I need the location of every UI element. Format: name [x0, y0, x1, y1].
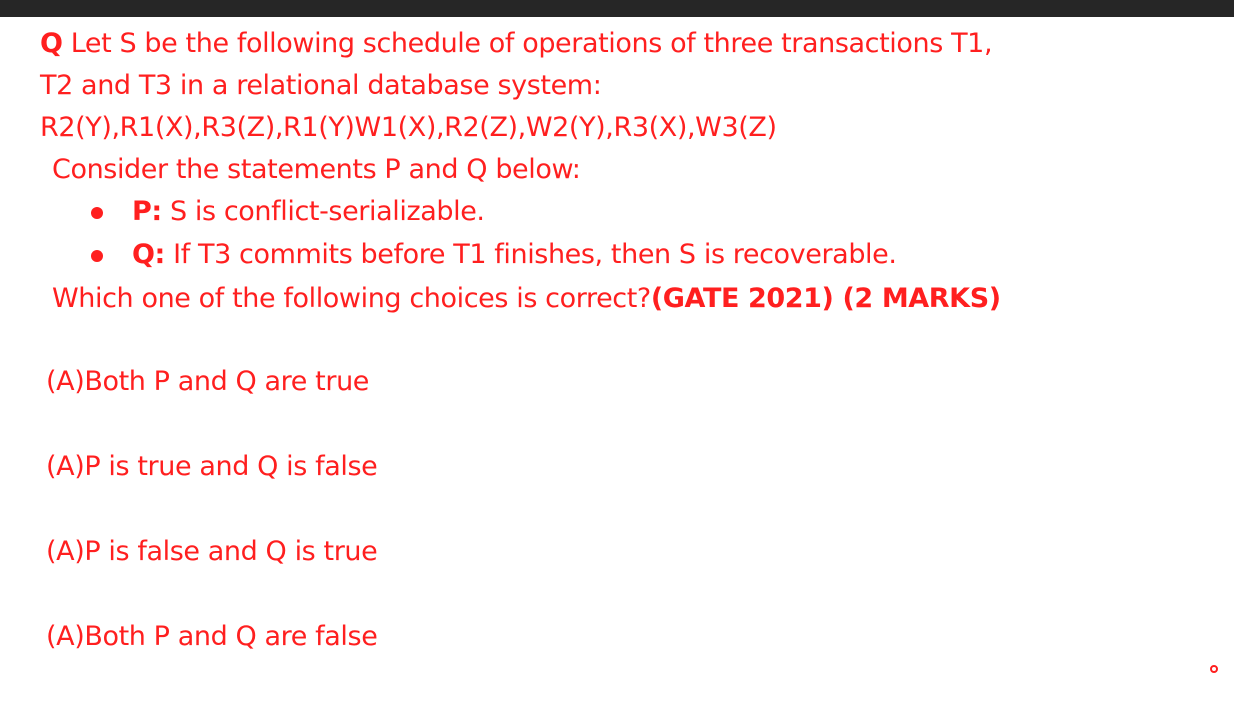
question-line-2: T2 and T3 in a relational database syste…: [40, 70, 602, 101]
schedule-text: R2(Y),R1(X),R3(Z),R1(Y)W1(X),R2(Z),W2(Y)…: [40, 112, 777, 143]
question-line-4: Consider the statements P and Q below:: [52, 154, 581, 185]
option-4: (A)Both P and Q are false: [46, 621, 378, 652]
top-bar: [0, 0, 1234, 17]
question-marker: Q: [40, 28, 63, 59]
statement-p: P: S is conflict-serializable.: [132, 195, 485, 229]
statement-q: Q: If T3 commits before T1 finishes, the…: [132, 238, 897, 272]
option-1: (A)Both P and Q are true: [46, 366, 369, 397]
pointer-dot-icon: [1210, 665, 1218, 673]
bullet-icon: [91, 250, 103, 262]
question-source: (GATE 2021) (2 MARKS): [650, 283, 1001, 314]
bullet-icon: [91, 207, 103, 219]
statement-q-text: If T3 commits before T1 finishes, then S…: [173, 239, 897, 270]
statement-p-text: S is conflict-serializable.: [169, 196, 485, 227]
question-prompt: Which one of the following choices is co…: [52, 282, 1001, 316]
question-text-1: Let S be the following schedule of opera…: [70, 28, 993, 59]
option-3: (A)P is false and Q is true: [46, 536, 378, 567]
statement-q-label: Q:: [132, 239, 165, 270]
prompt-text: Which one of the following choices is co…: [52, 283, 651, 314]
option-2: (A)P is true and Q is false: [46, 451, 378, 482]
statement-p-label: P:: [132, 196, 162, 227]
question-line-1: Q Let S be the following schedule of ope…: [40, 27, 993, 61]
slide-content: Q Let S be the following schedule of ope…: [0, 17, 1234, 715]
